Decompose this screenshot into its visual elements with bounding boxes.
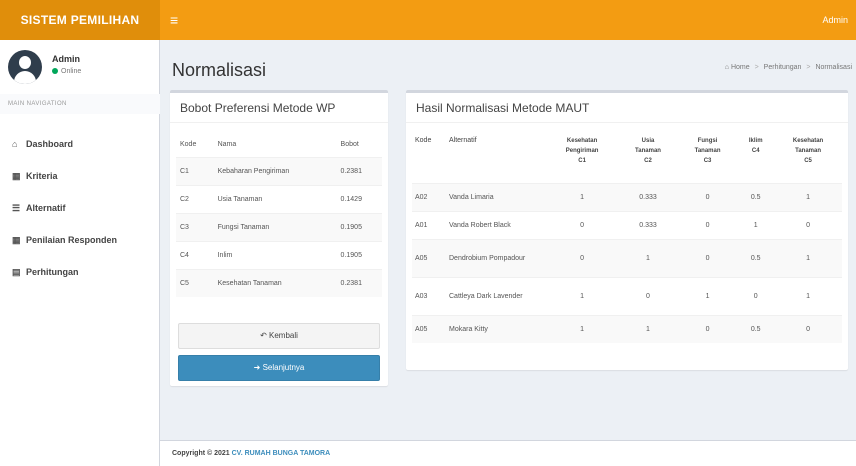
back-button[interactable]: ↶ Kembali	[178, 323, 380, 349]
column-header: Iklim C4	[748, 138, 763, 154]
user-menu[interactable]: Admin	[822, 0, 848, 40]
sidebar: Admin Online MAIN NAVIGATION ⌂ Dashboard …	[0, 40, 160, 466]
table-row: A01 Vanda Robert Black 0 0.333 0 1 0	[412, 210, 842, 239]
column-header: Bobot	[340, 141, 359, 149]
sidebar-toggle-icon[interactable]: ≡	[170, 0, 178, 40]
preference-weights-box: Bobot Preferensi Metode WP Kode Nama Bob…	[170, 90, 388, 386]
grid-icon: ▦	[12, 171, 21, 181]
next-button[interactable]: ➜ Selanjutnya	[178, 355, 380, 381]
footer: Copyright © 2021 CV. RUMAH BUNGA TAMORA	[160, 440, 856, 466]
company-link[interactable]: CV. RUMAH BUNGA TAMORA	[232, 450, 331, 457]
breadcrumb-normalisasi: Normalisasi	[815, 64, 852, 71]
table-row: A02 Vanda Limaria 1 0.333 0 0.5 1	[412, 182, 842, 211]
table-row: C3 Fungsi Tanaman 0.1905	[176, 212, 382, 241]
breadcrumb-perhitungan[interactable]: Perhitungan	[764, 64, 802, 71]
user-name: Admin	[52, 54, 80, 64]
sidebar-item-perhitungan[interactable]: ▤ Perhitungan	[0, 256, 160, 288]
normalization-result-box: Hasil Normalisasi Metode MAUT Kode Alter…	[406, 90, 848, 370]
home-icon: ⌂	[724, 64, 730, 71]
arrow-right-icon: ➜	[253, 363, 263, 372]
user-panel: Admin Online	[8, 50, 158, 90]
table-row: A03 Cattleya Dark Lavender 10101	[412, 276, 842, 315]
column-header: Alternatif	[449, 137, 477, 144]
weights-table: Kode Nama Bobot C1 Kebaharan Pengiriman 0.…	[176, 133, 382, 297]
nav-header: MAIN NAVIGATION	[0, 94, 160, 114]
page-title: Normalisasi	[172, 60, 267, 80]
table-header-row: Kode Alternatif Kesehatan Pengiriman C1 Us…	[412, 133, 842, 183]
column-header: Nama	[217, 141, 237, 149]
sidebar-item-penilaian-responden[interactable]: ▦ Penilaian Responden	[0, 224, 160, 256]
calculator-icon: ▤	[12, 267, 21, 277]
top-navbar: SISTEM PEMILIHAN ≡ Admin	[0, 0, 856, 40]
app-brand[interactable]: SISTEM PEMILIHAN	[0, 0, 160, 40]
column-header: Kesehatan Pengiriman C1	[565, 138, 599, 164]
column-header: Kode	[415, 137, 432, 144]
column-header: Kode	[180, 141, 197, 149]
list-icon: ☰	[12, 203, 21, 213]
column-header: Usia Tanaman C2	[635, 138, 661, 164]
table-row: A05 Mokara Kitty 1 1 0 0.5 0	[412, 314, 842, 343]
table-row: C1 Kebaharan Pengiriman 0.2381	[176, 156, 382, 185]
breadcrumb: ⌂ Home > Perhitungan > Normalisasi	[724, 64, 852, 71]
sidebar-menu: ⌂ Dashboard ▦ Kriteria ☰ Alternatif ▦ Penila…	[0, 128, 160, 288]
sidebar-item-dashboard[interactable]: ⌂ Dashboard	[0, 128, 160, 160]
table-row: C5 Kesehatan Tanaman 0.2381	[176, 268, 382, 297]
breadcrumb-home[interactable]: Home	[731, 64, 750, 71]
online-dot-icon	[52, 68, 58, 75]
home-icon: ⌂	[12, 139, 18, 149]
table-row: C2 Usia Tanaman 0.1429	[176, 184, 382, 213]
column-header: Fungsi Tanaman C3	[694, 138, 721, 164]
back-arrow-icon: ↶	[260, 331, 270, 340]
sidebar-item-kriteria[interactable]: ▦ Kriteria	[0, 160, 160, 192]
sidebar-item-alternatif[interactable]: ☰ Alternatif	[0, 192, 160, 224]
user-status: Online	[52, 68, 81, 75]
table-header-row: Kode Nama Bobot	[176, 133, 382, 157]
copyright-text: Copyright © 2021	[172, 450, 230, 457]
column-header: Kesehatan Tanaman C5	[792, 138, 824, 164]
box-title: Hasil Normalisasi Metode MAUT	[406, 93, 848, 123]
normalization-table: Kode Alternatif Kesehatan Pengiriman C1 Us…	[412, 133, 842, 343]
table-row: C4 Inlim 0.1905	[176, 240, 382, 269]
avatar	[8, 50, 42, 84]
table-row: A05 Dendrobium Pompadour 0 1 0 0.5 1	[412, 238, 842, 277]
table-icon: ▦	[12, 235, 21, 245]
box-title: Bobot Preferensi Metode WP	[170, 93, 388, 123]
